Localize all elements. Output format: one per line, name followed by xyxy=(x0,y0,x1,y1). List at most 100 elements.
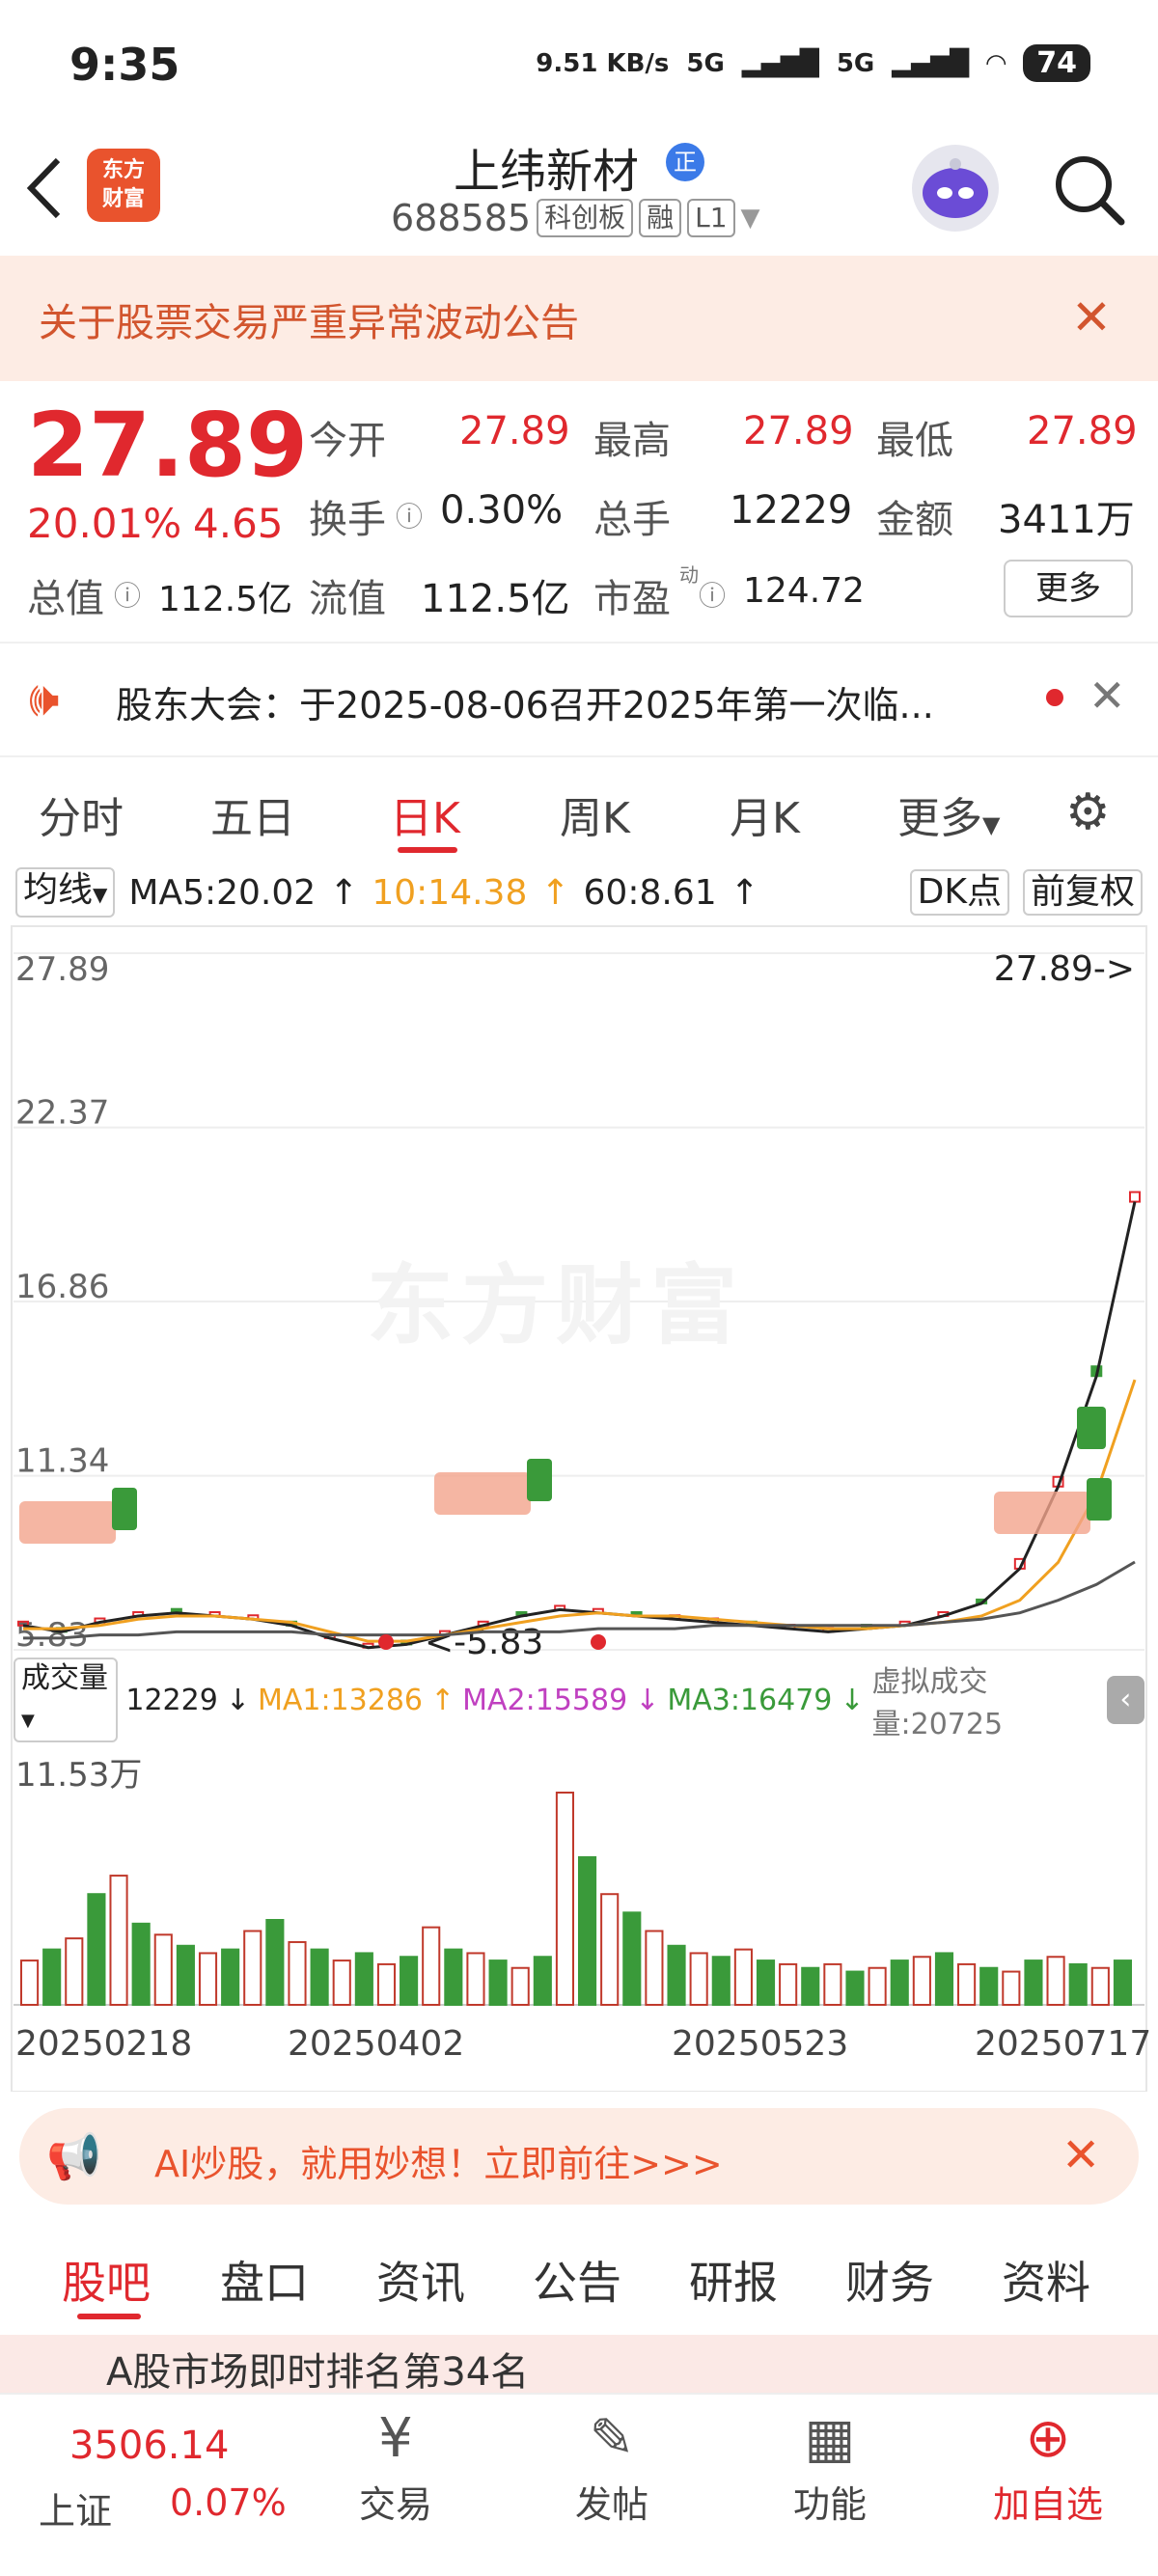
tag-board: 科创板 xyxy=(537,199,634,237)
volume-bar xyxy=(823,1962,842,2007)
sell-dot xyxy=(591,1634,606,1650)
tab-profile[interactable]: 资料 xyxy=(1002,2248,1090,2312)
virtual-volume: 虚拟成交量:20725 xyxy=(871,1665,1004,1741)
volume-bar xyxy=(890,1959,909,2006)
stock-code-row[interactable]: 688585 科创板 融 L1 ▼ xyxy=(391,197,760,239)
value-total-cap: 112.5亿 xyxy=(158,580,293,619)
status-time: 9:35 xyxy=(69,39,180,91)
search-icon[interactable] xyxy=(1052,152,1125,226)
tab-news[interactable]: 资讯 xyxy=(376,2248,465,2312)
value-turnover: 0.30% xyxy=(440,488,564,533)
ranking-peek[interactable]: A股市场即时排名第34名 xyxy=(0,2335,1158,2395)
grid-icon: ▦ xyxy=(804,2407,856,2470)
volume-bar xyxy=(779,1962,798,2007)
more-quote-button[interactable]: 更多 xyxy=(1004,560,1133,617)
td-nine-badge xyxy=(1087,1478,1112,1521)
nav-post[interactable]: ✎ 发帖 xyxy=(535,2407,689,2528)
date-tick-label: 20250523 xyxy=(672,2024,848,2064)
tab-research[interactable]: 研报 xyxy=(689,2248,778,2312)
label-total-cap: 总值 xyxy=(27,577,104,621)
nav-add-watchlist[interactable]: ⊕ 加自选 xyxy=(971,2407,1125,2528)
vol-ma1: MA1:13286 xyxy=(257,1683,423,1717)
notice-text[interactable]: 关于股票交易严重异常波动公告 xyxy=(39,291,579,347)
tag-level: L1 xyxy=(687,199,735,237)
tab-intraday[interactable]: 分时 xyxy=(39,783,124,845)
index-value[interactable]: 3506.14 xyxy=(69,2424,229,2468)
volume-bar xyxy=(645,1930,664,2007)
info-icon[interactable]: ⓘ xyxy=(396,496,423,534)
signal-5g-2: 5G xyxy=(836,48,875,78)
close-icon[interactable]: ✕ xyxy=(1071,289,1112,345)
tab-forum[interactable]: 股吧 xyxy=(62,2248,151,2312)
tab-financials[interactable]: 财务 xyxy=(845,2248,934,2312)
volume-bar xyxy=(20,1959,40,2006)
stock-name: 上纬新材 xyxy=(454,145,640,199)
value-open: 27.89 xyxy=(459,409,570,453)
kline-chart[interactable]: 27.8922.3716.8611.345.8327.89-><-5.83 20… xyxy=(0,924,1158,2092)
active-subtab-indicator xyxy=(77,2314,141,2319)
vol-ma3: MA3:16479 xyxy=(667,1683,833,1717)
tab-orderbook[interactable]: 盘口 xyxy=(220,2248,309,2312)
gear-icon[interactable]: ⚙ xyxy=(1065,783,1111,841)
tab-daily-k[interactable]: 日K xyxy=(390,783,460,845)
change-amount: 4.65 xyxy=(193,500,284,547)
close-icon[interactable]: ✕ xyxy=(1062,2128,1100,2182)
volume-bar xyxy=(1046,1956,1065,2006)
volume-bar xyxy=(1002,1970,1021,2006)
back-arrow-icon[interactable] xyxy=(25,154,64,222)
signal-bars-icon: ▂▄▆█ xyxy=(892,48,970,78)
ai-promo-text[interactable]: AI炒股，就用妙想！立即前往>>> xyxy=(154,2134,723,2187)
price-tick-label: 27.89 xyxy=(15,950,109,989)
dk-point-button[interactable]: DK点 xyxy=(909,869,1009,916)
up-arrow-icon: ↑ xyxy=(329,872,359,913)
tab-more[interactable]: 更多▼ xyxy=(897,783,1000,845)
edit-icon: ✎ xyxy=(589,2407,635,2470)
up-arrow-icon: ↑ xyxy=(430,1683,455,1717)
info-icon[interactable]: ⓘ xyxy=(699,575,726,614)
volume-bar xyxy=(153,1933,173,2006)
tab-monthly-k[interactable]: 月K xyxy=(730,783,800,845)
td-sequence-marker xyxy=(434,1472,531,1515)
ma-selector[interactable]: 均线▼ xyxy=(15,867,116,918)
up-arrow-icon: ↑ xyxy=(730,872,759,913)
volume-bar xyxy=(533,1956,552,2006)
volume-bar xyxy=(578,1855,597,2007)
info-icon[interactable]: ⓘ xyxy=(114,575,141,614)
td-sequence-marker xyxy=(994,1492,1090,1534)
tab-weekly-k[interactable]: 周K xyxy=(560,783,630,845)
volume-bar xyxy=(711,1956,731,2006)
value-volume: 12229 xyxy=(730,488,853,533)
nav-trade[interactable]: ¥ 交易 xyxy=(318,2407,473,2528)
pe-superscript: 动 xyxy=(679,563,699,587)
tab-five-day[interactable]: 五日 xyxy=(210,783,295,845)
nav-functions[interactable]: ▦ 功能 xyxy=(753,2407,907,2528)
yen-circle-icon: ¥ xyxy=(378,2407,413,2470)
chevron-down-icon: ▼ xyxy=(982,811,1001,838)
change-percent: 20.01% xyxy=(27,500,182,547)
ma60-value: 60:8.61 xyxy=(583,872,717,913)
volume-bar xyxy=(332,1959,351,2006)
index-change[interactable]: 0.07% xyxy=(170,2481,287,2524)
ai-assistant-icon[interactable] xyxy=(912,145,999,232)
brand-logo[interactable]: 东方 财富 xyxy=(87,149,160,222)
volume-bar xyxy=(400,1956,419,2006)
adjust-button[interactable]: 前复权 xyxy=(1022,869,1143,916)
down-arrow-icon: ↓ xyxy=(840,1683,865,1717)
ma-line-ma10 xyxy=(23,1379,1137,1643)
volume-bar xyxy=(310,1948,329,2006)
volume-bar xyxy=(868,1966,887,2007)
tab-notices[interactable]: 公告 xyxy=(533,2248,621,2312)
collapse-arrow-icon[interactable]: ‹ xyxy=(1106,1676,1144,1724)
volume-selector[interactable]: 成交量 ▼ xyxy=(14,1658,119,1742)
close-icon[interactable]: ✕ xyxy=(1089,670,1126,722)
volume-bar xyxy=(288,1940,307,2007)
ma5-value: MA5:20.02 xyxy=(128,872,317,913)
nav-functions-label: 功能 xyxy=(792,2483,867,2526)
label-pe: 市盈 xyxy=(593,577,671,621)
volume-bar xyxy=(87,1893,106,2007)
index-name[interactable]: 上证 xyxy=(39,2481,112,2535)
announcement-text[interactable]: 股东大会：于2025-08-06召开2025年第一次临... xyxy=(116,675,934,728)
chevron-down-icon: ▼ xyxy=(93,883,108,906)
volume-bar xyxy=(733,1948,753,2006)
nav-post-label: 发帖 xyxy=(574,2483,648,2526)
